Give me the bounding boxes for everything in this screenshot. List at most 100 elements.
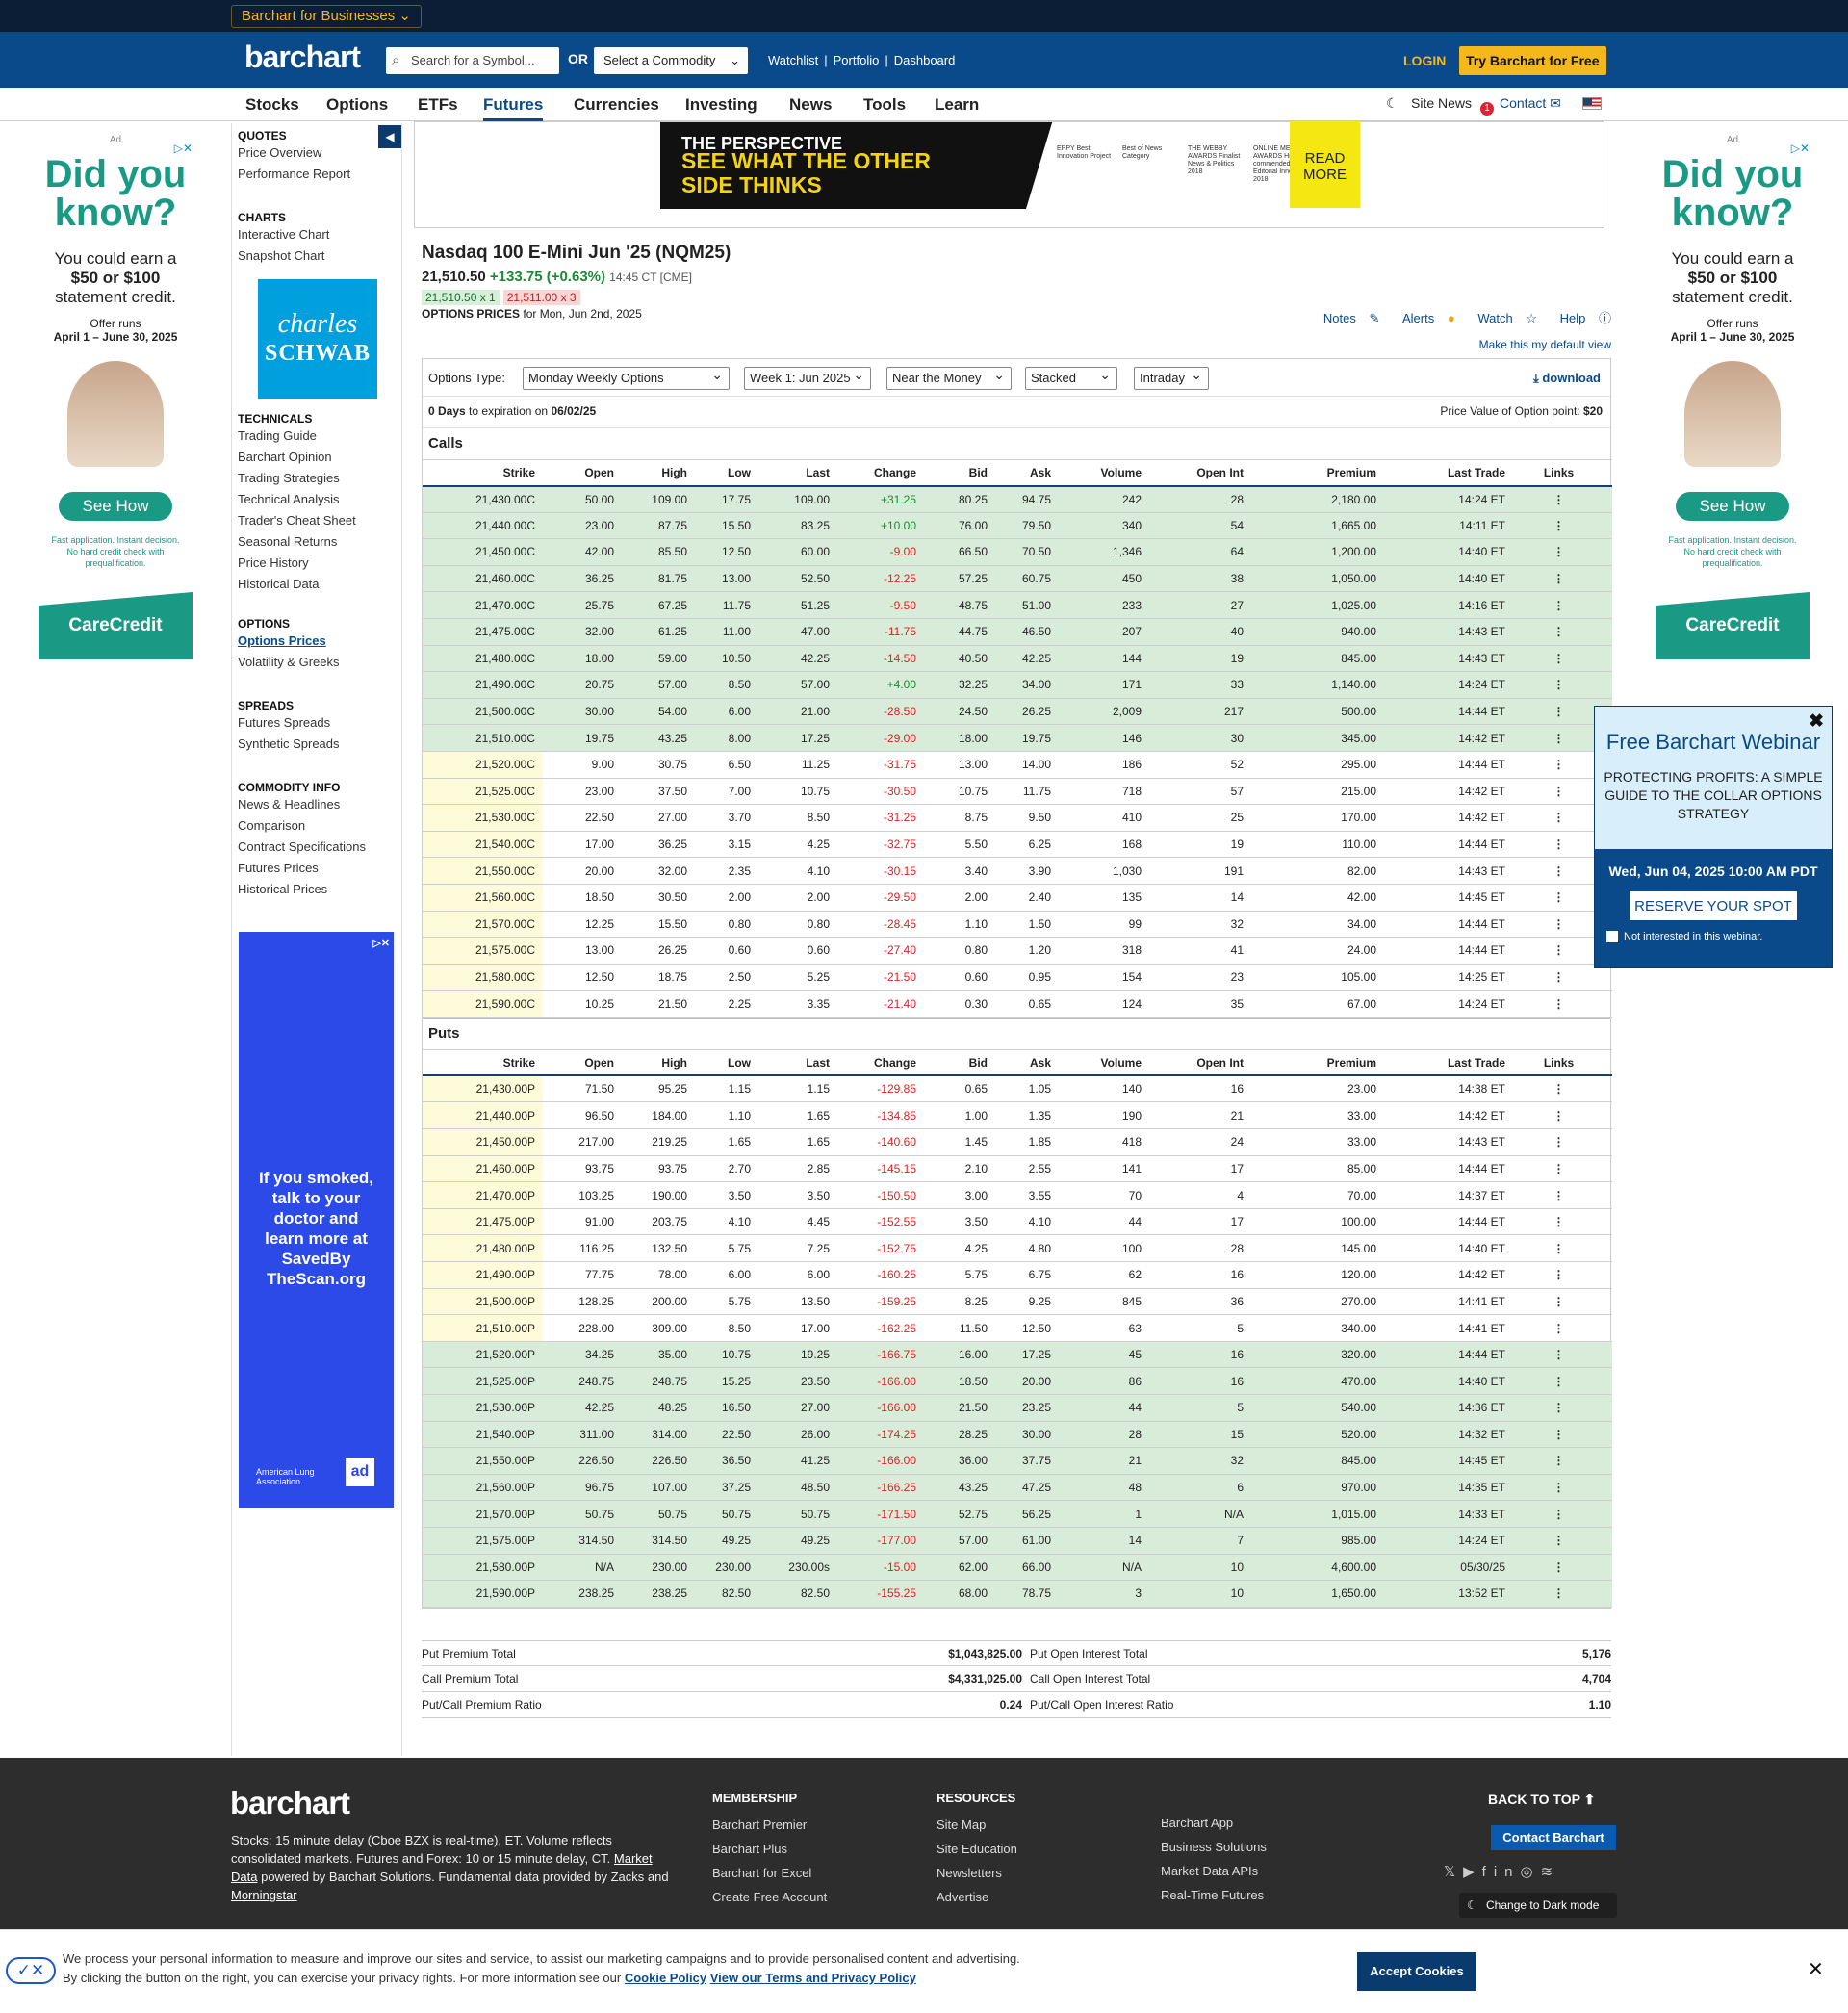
portfolio-link[interactable]: Portfolio <box>834 53 880 67</box>
back-to-top-button[interactable]: BACK TO TOP ⬆ <box>1488 1792 1595 1808</box>
table-row[interactable]: 21,580.00C 12.50 18.75 2.50 5.25 -21.50 0.60 0.… <box>423 964 1612 992</box>
us-flag-icon[interactable] <box>1582 97 1602 110</box>
more-vertical-icon[interactable]: ⋮ <box>1513 591 1612 619</box>
table-row[interactable]: 21,470.00P 103.25 190.00 3.50 3.50 -150.50 3.0… <box>423 1181 1612 1209</box>
site-news-link[interactable]: Site News <box>1411 95 1472 111</box>
strike-cell[interactable]: 21,460.00C <box>423 565 543 593</box>
schwab-ad[interactable]: charles SCHWAB <box>258 279 377 399</box>
nav-etfs[interactable]: ETFs <box>418 95 458 115</box>
table-row[interactable]: 21,450.00C 42.00 85.50 12.50 60.00 -9.00 66.50… <box>423 538 1612 566</box>
strike-cell[interactable]: 21,470.00C <box>423 591 543 619</box>
strike-cell[interactable]: 21,450.00C <box>423 538 543 566</box>
contact-barchart-button[interactable]: Contact Barchart <box>1491 1825 1616 1850</box>
table-row[interactable]: 21,570.00C 12.25 15.50 0.80 0.80 -28.45 1.10 1.… <box>423 911 1612 939</box>
table-row[interactable]: 21,530.00P 42.25 48.25 16.50 27.00 -166.00 21.… <box>423 1394 1612 1422</box>
sidebar-item-interactive-chart[interactable]: Interactive Chart <box>238 224 329 245</box>
sidebar-item-snapshot-chart[interactable]: Snapshot Chart <box>238 245 329 267</box>
right-ad[interactable]: Ad ▷✕ Did you know? You could earn a $50… <box>1656 135 1810 659</box>
more-vertical-icon[interactable]: ⋮ <box>1513 1527 1612 1555</box>
strike-cell[interactable]: 21,530.00C <box>423 804 543 832</box>
table-row[interactable]: 21,590.00C 10.25 21.50 2.25 3.35 -21.40 0.30 0.… <box>423 990 1612 1018</box>
strike-cell[interactable]: 21,430.00P <box>423 1075 543 1103</box>
commodity-select[interactable]: Select a Commodity ⌄ <box>594 47 748 74</box>
footer-link[interactable]: Barchart for Excel <box>712 1861 827 1885</box>
table-row[interactable]: 21,510.00C 19.75 43.25 8.00 17.25 -29.00 18.00… <box>423 724 1612 752</box>
moon-icon[interactable]: ☾ <box>1386 95 1399 112</box>
footer-link[interactable]: Newsletters <box>937 1861 1017 1885</box>
sidebar-item-news[interactable]: News & Headlines <box>238 794 366 815</box>
x-icon[interactable]: 𝕏 <box>1444 1864 1463 1880</box>
table-row[interactable]: 21,500.00P 128.25 200.00 5.75 13.50 -159.25 8.… <box>423 1288 1612 1316</box>
column-header[interactable]: Volume <box>1059 1048 1149 1077</box>
table-row[interactable]: 21,475.00C 32.00 61.25 11.00 47.00 -11.75 44.7… <box>423 618 1612 646</box>
footer-link[interactable]: Site Map <box>937 1813 1017 1837</box>
cookie-policy-link[interactable]: Cookie Policy <box>625 1971 706 1985</box>
column-header[interactable]: Links <box>1513 459 1612 487</box>
table-row[interactable]: 21,490.00C 20.75 57.00 8.50 57.00 +4.00 32.25 3… <box>423 671 1612 699</box>
terms-privacy-link[interactable]: View our Terms and Privacy Policy <box>710 1971 916 1985</box>
youtube-icon[interactable]: ▶ <box>1463 1864 1482 1880</box>
table-row[interactable]: 21,540.00P 311.00 314.00 22.50 26.00 -174.25 2… <box>423 1421 1612 1449</box>
more-vertical-icon[interactable]: ⋮ <box>1513 1421 1612 1449</box>
table-row[interactable]: 21,490.00P 77.75 78.00 6.00 6.00 -160.25 5.75 6… <box>423 1261 1612 1289</box>
column-header[interactable]: Volume <box>1059 459 1149 487</box>
table-row[interactable]: 21,510.00P 228.00 309.00 8.50 17.00 -162.25 11… <box>423 1314 1612 1342</box>
column-header[interactable]: Open <box>543 1048 622 1077</box>
strike-cell[interactable]: 21,530.00P <box>423 1394 543 1422</box>
table-row[interactable]: 21,480.00C 18.00 59.00 10.50 42.25 -14.50 40.5… <box>423 645 1612 673</box>
make-default-link[interactable]: Make this my default view <box>1479 338 1611 351</box>
more-vertical-icon[interactable]: ⋮ <box>1513 618 1612 646</box>
footer-link[interactable]: Barchart Premier <box>712 1813 827 1837</box>
more-vertical-icon[interactable]: ⋮ <box>1513 1580 1612 1608</box>
moneyness-select[interactable]: Near the Money <box>886 364 1012 390</box>
more-vertical-icon[interactable]: ⋮ <box>1513 1075 1612 1103</box>
strike-cell[interactable]: 21,525.00C <box>423 778 543 806</box>
more-vertical-icon[interactable]: ⋮ <box>1513 671 1612 699</box>
period-select[interactable]: Intraday <box>1134 364 1209 390</box>
view-select[interactable]: Stacked <box>1025 364 1117 390</box>
login-link[interactable]: LOGIN <box>1403 53 1446 68</box>
column-header[interactable]: Open Int <box>1149 459 1251 487</box>
sidebar-item-historical-prices[interactable]: Historical Prices <box>238 879 366 900</box>
strike-cell[interactable]: 21,480.00P <box>423 1234 543 1263</box>
column-header[interactable]: Bid <box>924 459 995 487</box>
column-header[interactable]: Change <box>837 1048 924 1077</box>
left-ad[interactable]: Ad ▷✕ Did you know? You could earn a $50… <box>38 135 192 659</box>
dashboard-link[interactable]: Dashboard <box>894 53 956 67</box>
nav-learn[interactable]: Learn <box>935 95 979 115</box>
more-vertical-icon[interactable]: ⋮ <box>1513 1314 1612 1342</box>
strike-cell[interactable]: 21,580.00C <box>423 964 543 992</box>
strike-cell[interactable]: 21,440.00C <box>423 512 543 540</box>
column-header[interactable]: Open <box>543 459 622 487</box>
more-vertical-icon[interactable]: ⋮ <box>1513 1474 1612 1502</box>
table-row[interactable]: 21,560.00C 18.50 30.50 2.00 2.00 -29.50 2.00 2.… <box>423 884 1612 912</box>
column-header[interactable]: Last Trade <box>1384 1048 1513 1077</box>
strike-cell[interactable]: 21,570.00C <box>423 911 543 939</box>
column-header[interactable]: Bid <box>924 1048 995 1077</box>
strike-cell[interactable]: 21,475.00C <box>423 618 543 646</box>
table-row[interactable]: 21,440.00P 96.50 184.00 1.10 1.65 -134.85 1.00… <box>423 1101 1612 1130</box>
table-row[interactable]: 21,520.00C 9.00 30.75 6.50 11.25 -31.75 13.00 1… <box>423 751 1612 779</box>
footer-link[interactable]: Barchart App <box>1161 1811 1267 1835</box>
business-dropdown[interactable]: Barchart for Businesses ⌄ <box>231 5 422 28</box>
options-type-select[interactable]: Monday Weekly Options <box>523 364 730 390</box>
more-vertical-icon[interactable]: ⋮ <box>1513 1288 1612 1316</box>
sidebar-item-options-prices[interactable]: Options Prices <box>238 631 340 652</box>
table-row[interactable]: 21,560.00P 96.75 107.00 37.25 48.50 -166.25 43… <box>423 1474 1612 1502</box>
strike-cell[interactable]: 21,575.00C <box>423 937 543 965</box>
table-row[interactable]: 21,480.00P 116.25 132.50 5.75 7.25 -152.75 4.2… <box>423 1234 1612 1263</box>
watchlist-link[interactable]: Watchlist <box>768 53 818 67</box>
strike-cell[interactable]: 21,590.00P <box>423 1580 543 1608</box>
strike-cell[interactable]: 21,540.00P <box>423 1421 543 1449</box>
sidebar-item-volatility-greeks[interactable]: Volatility & Greeks <box>238 652 340 673</box>
column-header[interactable]: Low <box>695 459 758 487</box>
footer-logo[interactable]: barchart <box>230 1785 350 1821</box>
sidebar-item-trading-guide[interactable]: Trading Guide <box>238 426 356 447</box>
rss-icon[interactable]: ≋ <box>1541 1864 1561 1880</box>
column-header[interactable]: High <box>622 459 695 487</box>
table-row[interactable]: 21,580.00P N/A 230.00 230.00 230.00s -15.00 62… <box>423 1554 1612 1582</box>
strike-cell[interactable]: 21,475.00P <box>423 1208 543 1236</box>
strike-cell[interactable]: 21,520.00P <box>423 1341 543 1369</box>
column-header[interactable]: Last <box>758 1048 837 1077</box>
table-row[interactable]: 21,440.00C 23.00 87.75 15.50 83.25 +10.00 76.0… <box>423 512 1612 540</box>
